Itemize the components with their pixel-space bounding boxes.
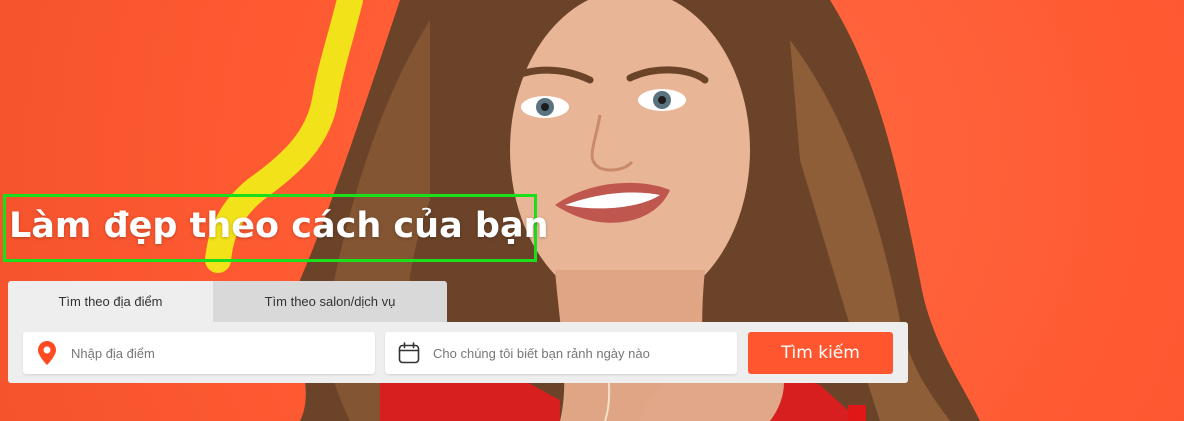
search-button[interactable]: Tìm kiếm <box>748 332 893 374</box>
search-panel: Tìm kiếm <box>8 322 908 383</box>
tab-search-by-salon-service[interactable]: Tìm theo salon/dịch vụ <box>213 281 447 322</box>
tab-search-by-location[interactable]: Tìm theo địa điểm <box>8 281 213 322</box>
calendar-icon <box>397 341 421 365</box>
date-input[interactable] <box>433 345 723 361</box>
date-field[interactable] <box>385 332 737 374</box>
location-field[interactable] <box>23 332 375 374</box>
search-tabs: Tìm theo địa điểm Tìm theo salon/dịch vụ <box>8 281 447 322</box>
hero-headline: Làm đẹp theo cách của bạn <box>9 206 549 246</box>
map-pin-icon <box>35 341 59 365</box>
location-input[interactable] <box>71 345 361 361</box>
